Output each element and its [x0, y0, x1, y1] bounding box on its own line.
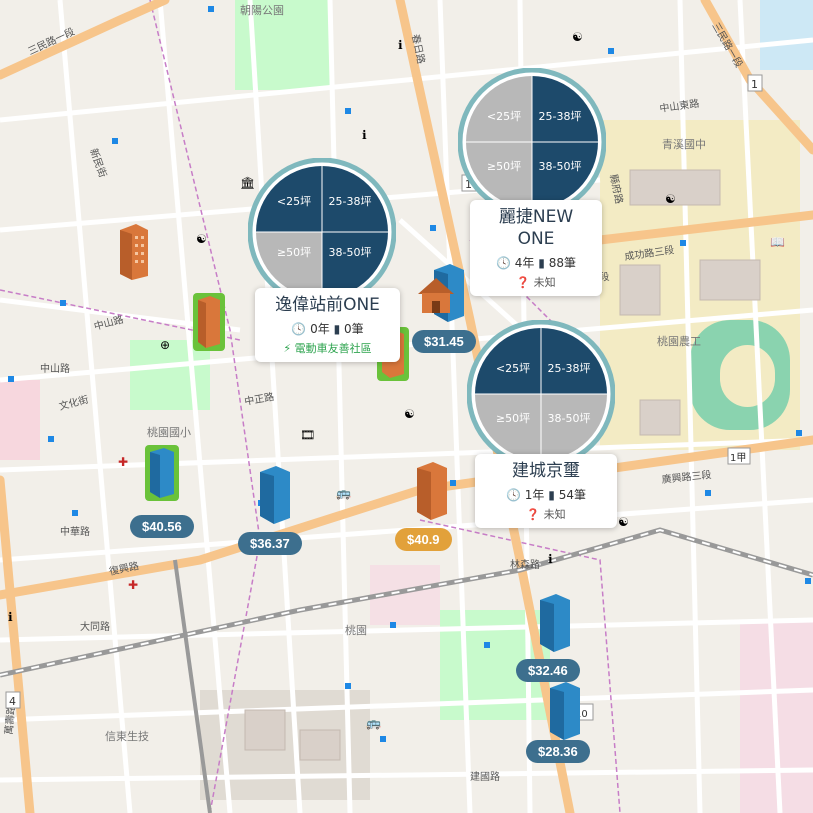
- pie-label: 25-38坪: [548, 362, 591, 375]
- street-label: 林森路: [510, 558, 540, 571]
- building-marker-highlighted[interactable]: [192, 292, 226, 356]
- area-label: 青溪國中: [662, 138, 706, 151]
- community-card[interactable]: 麗捷NEW ONE 🕓 4年 ▮ 88筆 ❓ 未知: [470, 200, 602, 296]
- bus-station-icon: 🚌: [336, 486, 351, 500]
- temple-icon: ☯: [572, 30, 583, 44]
- cinema-icon: 🎞: [300, 428, 316, 442]
- street-label: 建國路: [470, 770, 500, 783]
- hospital-icon: ✚: [128, 578, 139, 592]
- building-marker[interactable]: [538, 592, 572, 656]
- transaction-count: 88筆: [548, 256, 576, 270]
- price-label[interactable]: $40.9: [395, 528, 452, 551]
- pie-label: 25-38坪: [329, 195, 372, 208]
- water-area: [760, 0, 813, 70]
- library-icon: 📖: [770, 235, 785, 249]
- pie-label: 38-50坪: [539, 160, 582, 173]
- building-marker[interactable]: [548, 680, 582, 744]
- building-age: 1年: [524, 488, 545, 502]
- pie-slice[interactable]: [475, 394, 541, 460]
- building-marker-highlighted[interactable]: [144, 444, 180, 506]
- bolt-icon: ⚡: [283, 342, 292, 355]
- svg-text:1: 1: [751, 78, 758, 91]
- clock-icon: 🕓: [506, 488, 521, 502]
- map-canvas[interactable]: 朝陽公園 青溪國中 桃園農工 桃園國小 桃園 信東生技 三民路一段 三民路一段 …: [0, 0, 813, 813]
- area-label: 桃園: [345, 623, 367, 637]
- price-label[interactable]: $36.37: [238, 532, 302, 555]
- building-age: 4年: [514, 256, 535, 270]
- street-label: 中華路: [60, 525, 90, 538]
- pie-label: 25-38坪: [539, 110, 582, 123]
- pie-slice[interactable]: [466, 142, 532, 208]
- pie-label: ≥50坪: [277, 246, 311, 259]
- size-pie-chart[interactable]: <25坪 25-38坪 ≥50坪 38-50坪: [467, 320, 615, 468]
- size-pie-chart[interactable]: <25坪 25-38坪 ≥50坪 38-50坪: [248, 158, 396, 306]
- pie-label: ≥50坪: [487, 160, 521, 173]
- community-name: 麗捷NEW ONE: [498, 207, 574, 249]
- info-icon: ℹ: [548, 552, 553, 566]
- bus-station-icon: 🚌: [366, 716, 381, 730]
- temple-icon: ☯: [404, 407, 415, 421]
- area-label: 桃園農工: [657, 334, 701, 348]
- pie-slice[interactable]: [532, 76, 598, 142]
- street-label: 大同路: [80, 620, 110, 633]
- building-marker[interactable]: [258, 464, 292, 528]
- question-icon: ❓: [516, 276, 531, 289]
- price-label[interactable]: $40.56: [130, 515, 194, 538]
- community-name: 逸偉站前ONE: [275, 295, 380, 315]
- pie-slice[interactable]: [532, 142, 598, 208]
- svg-text:4: 4: [9, 695, 16, 708]
- info-icon: ℹ: [362, 128, 367, 142]
- building-marker[interactable]: [118, 222, 150, 284]
- info-icon: ℹ: [8, 610, 13, 624]
- price-label[interactable]: $28.36: [526, 740, 590, 763]
- pie-label: ≥50坪: [496, 412, 530, 425]
- hospital-area: [0, 380, 40, 460]
- building-icon: ▮: [548, 488, 555, 502]
- transaction-count: 54筆: [558, 488, 586, 502]
- temple-icon: ☯: [618, 515, 629, 529]
- transaction-count: 0筆: [344, 322, 364, 336]
- street-label: 中正路: [243, 390, 275, 408]
- clock-icon: 🕓: [496, 256, 511, 270]
- street-label: 中山東路: [659, 97, 700, 115]
- pie-label: <25坪: [277, 195, 311, 208]
- status-label: 未知: [543, 508, 566, 521]
- pie-label: 38-50坪: [329, 246, 372, 259]
- building-age: 0年: [310, 322, 330, 336]
- price-label[interactable]: $32.46: [516, 659, 580, 682]
- pie-label: <25坪: [496, 362, 530, 375]
- building-icon: ▮: [333, 322, 341, 336]
- viewpoint-icon: ⊕: [160, 338, 171, 352]
- pie-slice[interactable]: [475, 328, 541, 394]
- area-label: 朝陽公園: [240, 4, 284, 17]
- pie-slice[interactable]: [541, 328, 607, 394]
- temple-icon: ☯: [665, 192, 676, 206]
- temple-icon: ☯: [196, 232, 207, 246]
- community-card[interactable]: 逸偉站前ONE 🕓 0年 ▮ 0筆 ⚡ 電動車友善社區: [255, 288, 400, 362]
- house-marker[interactable]: [416, 276, 456, 318]
- question-icon: ❓: [526, 508, 541, 521]
- street-label: 萬壽路: [2, 704, 18, 735]
- building-marker[interactable]: [415, 460, 449, 524]
- street-label: 中山路: [40, 362, 70, 375]
- ev-friendly-label: 電動車友善社區: [294, 342, 372, 355]
- pie-slice[interactable]: [466, 76, 532, 142]
- street-label: 文化街: [57, 393, 89, 413]
- building-icon: ▮: [538, 256, 545, 270]
- size-pie-chart[interactable]: <25坪 25-38坪 ≥50坪 38-50坪: [458, 68, 606, 216]
- area-label: 信東生技: [105, 729, 149, 743]
- street-label: 新民街: [87, 147, 109, 180]
- status-label: 未知: [533, 276, 556, 289]
- clock-icon: 🕓: [291, 322, 307, 336]
- pie-slice[interactable]: [541, 394, 607, 460]
- area-label: 桃園國小: [147, 425, 191, 439]
- community-card[interactable]: 建城京璽 🕓 1年 ▮ 54筆 ❓ 未知: [475, 454, 617, 528]
- hospital-icon: ✚: [118, 455, 129, 469]
- street-label: 廣興路三段: [661, 468, 712, 486]
- community-name: 建城京璽: [512, 461, 580, 481]
- svg-text:1甲: 1甲: [730, 453, 746, 464]
- pie-label: <25坪: [487, 110, 521, 123]
- info-icon: ℹ: [398, 38, 403, 52]
- pie-label: 38-50坪: [548, 412, 591, 425]
